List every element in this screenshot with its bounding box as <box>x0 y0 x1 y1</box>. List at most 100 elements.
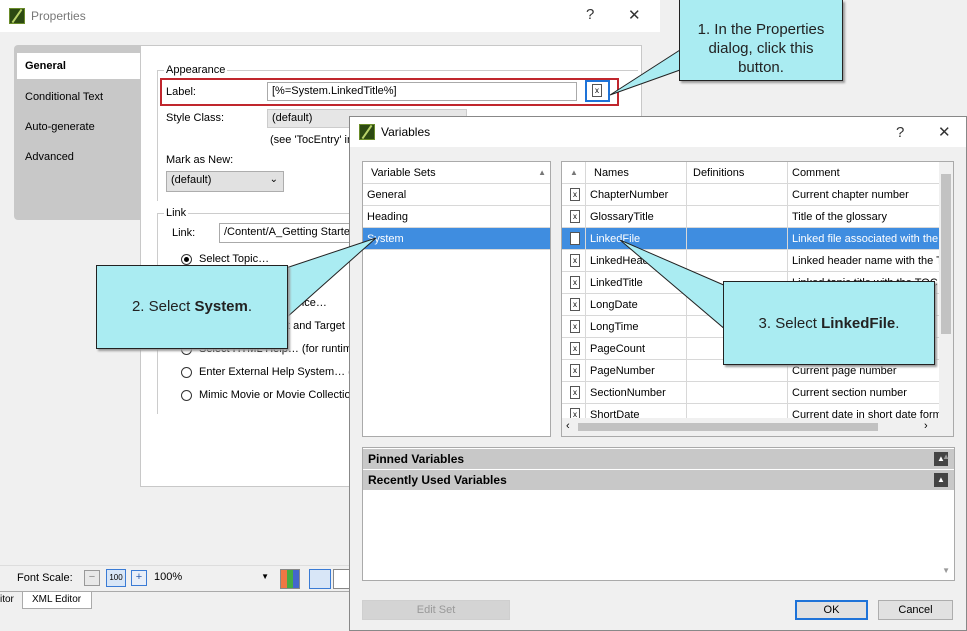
mark-as-new-value: (default) <box>171 174 212 186</box>
variables-dialog: Variables ? ✕ Variable Sets ▲ General He… <box>349 116 967 631</box>
scroll-left-icon[interactable]: ‹ <box>566 420 570 432</box>
layout-grid-icon[interactable] <box>280 569 300 589</box>
radio-select-topic[interactable] <box>181 254 192 265</box>
pinned-variables-bar[interactable]: Pinned Variables ▲ <box>363 449 954 469</box>
comment-cell: Linked file associated with the T <box>788 228 942 250</box>
dropdown-arrow-icon: ▼ <box>261 572 269 581</box>
callout-2: 2. Select System. <box>96 265 288 349</box>
variable-comment: Title of the glossary <box>792 211 887 223</box>
recent-variables-label: Recently Used Variables <box>368 473 507 487</box>
callout-3-prefix: 3. Select <box>758 315 822 332</box>
row-icon-cell: x <box>562 360 586 382</box>
variable-icon: x <box>570 232 580 245</box>
table-row[interactable]: x ChapterNumber Current chapter number <box>562 184 942 206</box>
callout-3-suffix: . <box>895 315 900 332</box>
cancel-button[interactable]: Cancel <box>878 600 953 620</box>
variable-icon: x <box>570 320 580 333</box>
row-icon-cell: x <box>562 228 586 250</box>
chevron-down-icon: ⌄ <box>269 174 278 185</box>
definition-cell <box>687 184 788 206</box>
vertical-scrollbar[interactable] <box>939 162 953 418</box>
horizontal-scrollbar[interactable]: ‹ › <box>562 418 953 436</box>
variable-comment: Current page number <box>792 365 897 377</box>
column-header-comment[interactable]: Comment <box>788 162 942 184</box>
callout-3-text: 3. Select LinkedFile. <box>724 315 934 332</box>
help-button[interactable]: ? <box>586 6 594 23</box>
name-cell: ChapterNumber <box>586 184 687 206</box>
table-row[interactable]: x LinkedHeader Linked header name with the… <box>562 250 942 272</box>
comment-cell: Current section number <box>788 382 942 404</box>
callout-2-text: 2. Select System. <box>97 298 287 315</box>
tab-general-label: General <box>25 60 66 72</box>
link-caption: Link: <box>172 227 196 239</box>
tab-advanced[interactable]: Advanced <box>25 151 125 163</box>
pinned-variables-label: Pinned Variables <box>368 452 465 466</box>
callout-3: 3. Select LinkedFile. <box>723 281 935 365</box>
font-scale-label: Font Scale: <box>17 572 73 584</box>
variable-icon: x <box>570 386 580 399</box>
variable-comment: Current chapter number <box>792 189 909 201</box>
properties-titlebar: Properties ? ✕ <box>0 0 660 32</box>
comment-cell: Current chapter number <box>788 184 942 206</box>
radio-external-help[interactable] <box>181 367 192 378</box>
properties-title: Properties <box>31 9 86 23</box>
link-group-label: Link <box>164 207 189 219</box>
variable-name: ChapterNumber <box>590 189 669 201</box>
editor-tab-left[interactable]: itor <box>0 594 14 605</box>
recent-variables-bar[interactable]: Recently Used Variables ▲ <box>363 470 954 490</box>
layout-columns-icon[interactable] <box>309 569 331 589</box>
app-icon <box>359 124 375 140</box>
label-caption: Label: <box>166 86 196 98</box>
name-cell: SectionNumber <box>586 382 687 404</box>
scrollbar-thumb[interactable] <box>941 174 951 334</box>
callout-2-bold: System <box>194 298 248 315</box>
variable-icon: x <box>570 364 580 377</box>
scroll-right-icon[interactable]: › <box>924 420 928 432</box>
variable-sets-list: Variable Sets ▲ General Heading System <box>362 161 551 437</box>
reset-zoom-button[interactable]: 100 <box>106 569 126 587</box>
table-row[interactable]: x SectionNumber Current section number <box>562 382 942 404</box>
radio-mimic-movie[interactable] <box>181 390 192 401</box>
mark-as-new-caption: Mark as New: <box>166 154 234 166</box>
collapse-icon[interactable]: ▲ <box>934 473 948 487</box>
definition-cell <box>687 382 788 404</box>
list-item[interactable]: General <box>363 184 550 206</box>
row-icon-cell: x <box>562 272 586 294</box>
close-icon[interactable]: ✕ <box>628 6 641 24</box>
variable-icon: x <box>570 276 580 289</box>
comment-cell: Title of the glossary <box>788 206 942 228</box>
help-button[interactable]: ? <box>896 124 904 141</box>
xml-editor-tab[interactable]: XML Editor <box>22 592 92 609</box>
zoom-out-button[interactable]: − <box>84 570 100 586</box>
column-header-names[interactable]: Names <box>586 162 687 184</box>
name-cell: GlossaryTitle <box>586 206 687 228</box>
mark-as-new-select[interactable]: (default) ⌄ <box>166 171 284 192</box>
variable-name: GlossaryTitle <box>590 211 654 223</box>
table-row[interactable]: x LinkedFile Linked file associated with t… <box>562 228 942 250</box>
radio-external-help-label: Enter External Help System… ( <box>199 366 352 378</box>
tab-conditional-text[interactable]: Conditional Text <box>25 91 125 103</box>
list-item[interactable]: Heading <box>363 206 550 228</box>
hscroll-thumb[interactable] <box>578 423 878 431</box>
scroll-down-icon[interactable]: ▼ <box>942 566 950 575</box>
ok-button[interactable]: OK <box>795 600 868 620</box>
row-icon-cell: x <box>562 316 586 338</box>
appearance-group-label: Appearance <box>164 64 228 76</box>
variable-icon: x <box>570 210 580 223</box>
row-icon-cell: x <box>562 250 586 272</box>
zoom-in-button[interactable]: + <box>131 570 147 586</box>
label-input[interactable]: [%=System.LinkedTitle%] <box>267 82 577 101</box>
variable-sets-header[interactable]: Variable Sets ▲ <box>363 162 550 184</box>
column-header-definitions[interactable]: Definitions <box>687 162 788 184</box>
variable-icon: x <box>570 342 580 355</box>
edit-set-button[interactable]: Edit Set <box>362 600 510 620</box>
table-row[interactable]: x GlossaryTitle Title of the glossary <box>562 206 942 228</box>
tab-auto-generate[interactable]: Auto-generate <box>25 121 125 133</box>
scroll-up-icon[interactable]: ▲ <box>942 452 950 461</box>
list-item-selected[interactable]: System <box>363 228 550 250</box>
zoom-select[interactable]: 100% ▼ <box>150 569 272 588</box>
xml-editor-tab-label: XML Editor <box>32 594 82 605</box>
callout-3-bold: LinkedFile <box>821 315 896 332</box>
close-icon[interactable]: ✕ <box>938 123 951 141</box>
callout-3-pointer <box>620 240 727 332</box>
